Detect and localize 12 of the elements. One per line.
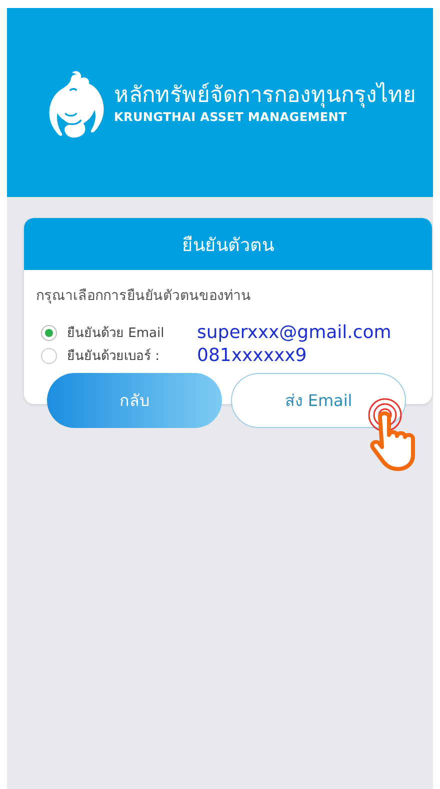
option-label: ยืนยันด้วย Email bbox=[67, 325, 166, 343]
brand-name-english: KRUNGTHAI ASSET MANAGEMENT bbox=[114, 110, 348, 124]
prompt-text: กรุณาเลือกการยืนยันตัวตนของท่าน bbox=[36, 287, 252, 306]
option-value: superxxx@gmail.com bbox=[197, 322, 392, 343]
send-email-button[interactable]: ส่ง Email bbox=[231, 373, 406, 428]
option-label: ยืนยันด้วยเบอร์ : bbox=[67, 348, 161, 366]
option-value: 081xxxxxx9 bbox=[197, 345, 307, 366]
radio-button[interactable] bbox=[41, 348, 57, 364]
brand-name-thai: หลักทรัพย์จัดการกองทุนกรุงไทย bbox=[114, 82, 416, 110]
radio-button[interactable] bbox=[41, 324, 57, 340]
back-button[interactable]: กลับ bbox=[47, 373, 222, 428]
dialog-title: ยืนยันตัวตน bbox=[182, 234, 274, 258]
